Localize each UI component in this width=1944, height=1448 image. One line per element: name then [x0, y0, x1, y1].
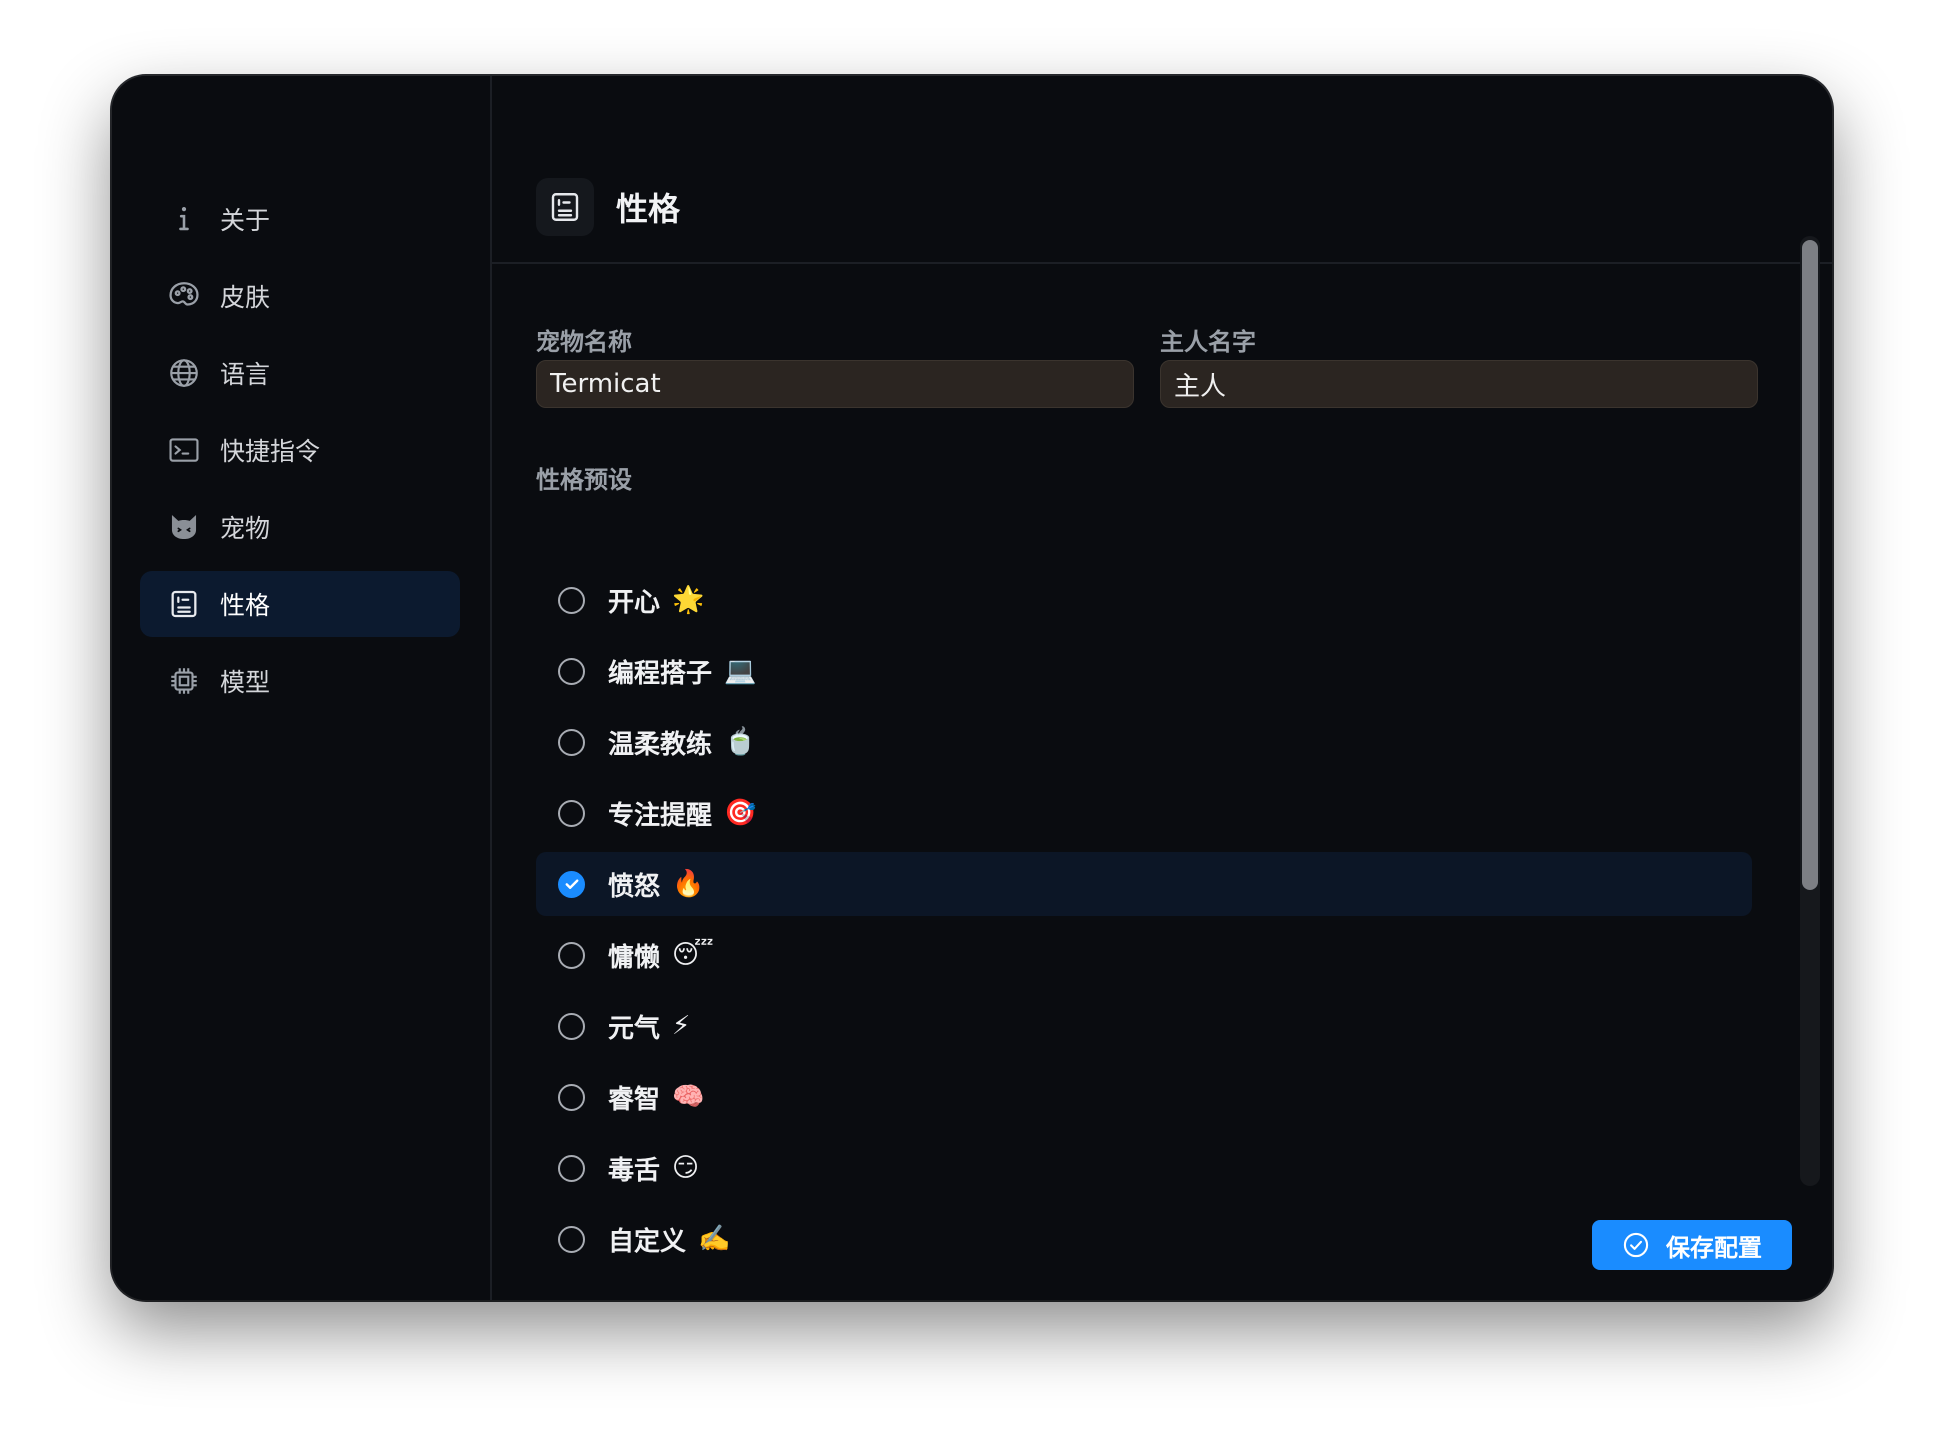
checkmark-icon	[565, 879, 578, 889]
scrollbar-thumb[interactable]	[1802, 240, 1818, 890]
sidebar: 关于 皮肤 语言 快捷指令 宠物 性格 模型	[112, 76, 492, 1300]
tea-emoji-icon: 🍵	[724, 727, 757, 757]
sidebar-item-label: 模型	[220, 668, 271, 697]
chip-icon	[162, 659, 206, 703]
preset-option[interactable]: 自定义 ✍️	[536, 1207, 1752, 1271]
cat-icon	[162, 505, 206, 549]
radio-button[interactable]	[558, 1225, 585, 1253]
preset-option[interactable]: 温柔教练 🍵	[536, 710, 1752, 774]
sidebar-item-model[interactable]: 模型	[140, 648, 460, 714]
sleeping-emoji-icon: 😴	[672, 940, 714, 970]
preset-label: 专注提醒	[608, 800, 713, 831]
lightning-emoji-icon: ⚡	[672, 1011, 691, 1041]
page-header: 性格	[492, 152, 1832, 264]
preset-label: 自定义	[608, 1226, 687, 1257]
sidebar-item-shortcuts[interactable]: 快捷指令	[140, 417, 460, 483]
palette-icon	[162, 274, 206, 318]
sidebar-item-label: 宠物	[220, 514, 271, 543]
radio-button[interactable]	[558, 657, 585, 685]
preset-section-label: 性格预设	[536, 466, 632, 494]
sidebar-item-label: 语言	[220, 360, 271, 389]
preset-label: 温柔教练	[608, 729, 713, 760]
globe-icon	[162, 351, 206, 395]
save-config-button[interactable]: 保存配置	[1592, 1220, 1792, 1270]
preset-option-selected[interactable]: 愤怒 🔥	[536, 852, 1752, 916]
preset-label: 愤怒	[608, 871, 661, 902]
radio-button[interactable]	[558, 1154, 585, 1182]
settings-content: 宠物名称 主人名字 性格预设 开心 🌟 编程搭子 💻 温柔教练 🍵	[536, 264, 1758, 1300]
sidebar-item-about[interactable]: 关于	[140, 186, 460, 252]
laptop-emoji-icon: 💻	[724, 656, 757, 686]
page-title: 性格	[616, 190, 681, 228]
target-emoji-icon: 🎯	[724, 798, 757, 828]
owner-name-label: 主人名字	[1160, 328, 1256, 356]
preset-option[interactable]: 编程搭子 💻	[536, 639, 1752, 703]
preset-label: 编程搭子	[608, 658, 713, 689]
radio-button[interactable]	[558, 1012, 585, 1040]
preset-label: 毒舌	[608, 1155, 661, 1186]
preset-option[interactable]: 慵懒 😴	[536, 923, 1752, 987]
terminal-icon	[162, 428, 206, 472]
personality-card-icon	[536, 178, 594, 236]
check-circle-icon	[1623, 1232, 1649, 1258]
radio-button[interactable]	[558, 1083, 585, 1111]
radio-button[interactable]	[558, 799, 585, 827]
sidebar-item-label: 快捷指令	[220, 437, 321, 466]
preset-option[interactable]: 毒舌 😏	[536, 1136, 1752, 1200]
sidebar-item-language[interactable]: 语言	[140, 340, 460, 406]
preset-option[interactable]: 专注提醒 🎯	[536, 781, 1752, 845]
radio-button[interactable]	[558, 586, 585, 614]
sidebar-item-label: 性格	[220, 591, 271, 620]
preset-option[interactable]: 元气 ⚡	[536, 994, 1752, 1058]
preset-label: 元气	[608, 1013, 661, 1044]
app-window: 关于 皮肤 语言 快捷指令 宠物 性格 模型 性格 宠物名称 Termicat …	[112, 76, 1832, 1300]
star-emoji-icon: 🌟	[672, 585, 705, 615]
personality-preset-list: 开心 🌟 编程搭子 💻 温柔教练 🍵 专注提醒 🎯 愤怒 🔥 慵懒 😴 元气 ⚡…	[536, 568, 1752, 1278]
preset-label: 慵懒	[608, 942, 661, 973]
owner-name-input[interactable]	[1160, 360, 1758, 408]
preset-option[interactable]: 睿智 🧠	[536, 1065, 1752, 1129]
sidebar-item-skin[interactable]: 皮肤	[140, 263, 460, 329]
info-icon	[162, 197, 206, 241]
fire-emoji-icon: 🔥	[672, 869, 705, 899]
radio-button[interactable]	[558, 941, 585, 969]
sidebar-item-label: 皮肤	[220, 283, 271, 312]
radio-button[interactable]	[558, 728, 585, 756]
sidebar-nav: 关于 皮肤 语言 快捷指令 宠物 性格 模型	[140, 186, 460, 725]
preset-label: 睿智	[608, 1084, 661, 1115]
smirk-emoji-icon: 😏	[672, 1153, 700, 1183]
scrollbar[interactable]	[1800, 236, 1820, 1186]
preset-label: 开心	[608, 587, 661, 618]
pet-name-label: 宠物名称	[536, 328, 632, 356]
sidebar-item-pet[interactable]: 宠物	[140, 494, 460, 560]
brain-emoji-icon: 🧠	[672, 1082, 705, 1112]
sidebar-item-label: 关于	[220, 206, 271, 235]
pet-name-input[interactable]	[536, 360, 1134, 408]
sidebar-item-personality[interactable]: 性格	[140, 571, 460, 637]
personality-card-icon	[162, 582, 206, 626]
radio-button-checked[interactable]	[558, 870, 585, 898]
save-button-label: 保存配置	[1666, 1233, 1762, 1262]
preset-option[interactable]: 开心 🌟	[536, 568, 1752, 632]
writing-hand-emoji-icon: ✍️	[698, 1224, 731, 1254]
